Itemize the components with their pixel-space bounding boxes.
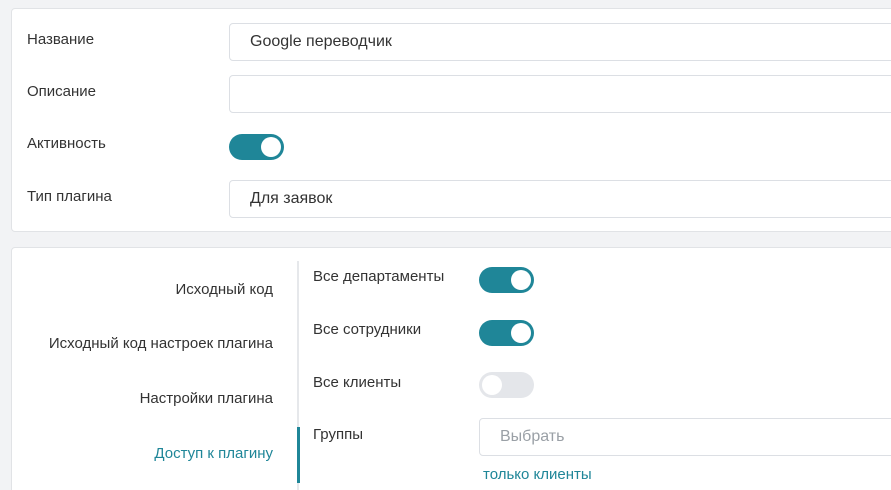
all-clients-toggle[interactable] bbox=[479, 372, 534, 398]
nav-item-plugin-settings[interactable]: Настройки плагина bbox=[140, 390, 273, 407]
toggle-knob bbox=[511, 270, 531, 290]
all-departments-toggle[interactable] bbox=[479, 267, 534, 293]
plugin-type-label: Тип плагина bbox=[27, 188, 112, 205]
only-clients-link[interactable]: только клиенты bbox=[483, 466, 592, 483]
toggle-knob bbox=[261, 137, 281, 157]
nav-item-source-code[interactable]: Исходный код bbox=[176, 281, 274, 298]
all-clients-label: Все клиенты bbox=[313, 374, 402, 391]
name-field[interactable]: Google переводчик bbox=[229, 23, 891, 61]
plugin-type-select[interactable]: Для заявок bbox=[229, 180, 891, 218]
description-field[interactable] bbox=[229, 75, 891, 113]
active-toggle[interactable] bbox=[229, 134, 284, 160]
toggle-knob bbox=[511, 323, 531, 343]
nav-item-plugin-access[interactable]: Доступ к плагину bbox=[154, 445, 273, 462]
toggle-knob bbox=[482, 375, 502, 395]
all-employees-label: Все сотрудники bbox=[313, 321, 422, 338]
all-departments-label: Все департаменты bbox=[313, 268, 445, 285]
all-employees-toggle[interactable] bbox=[479, 320, 534, 346]
description-label: Описание bbox=[27, 83, 97, 100]
groups-label: Группы bbox=[313, 426, 363, 443]
nav-item-settings-source-code[interactable]: Исходный код настроек плагина bbox=[49, 335, 273, 352]
name-label: Название bbox=[27, 31, 95, 48]
active-label: Активность bbox=[27, 135, 106, 152]
nav-active-indicator bbox=[297, 427, 300, 483]
groups-select[interactable]: Выбрать bbox=[479, 418, 891, 456]
